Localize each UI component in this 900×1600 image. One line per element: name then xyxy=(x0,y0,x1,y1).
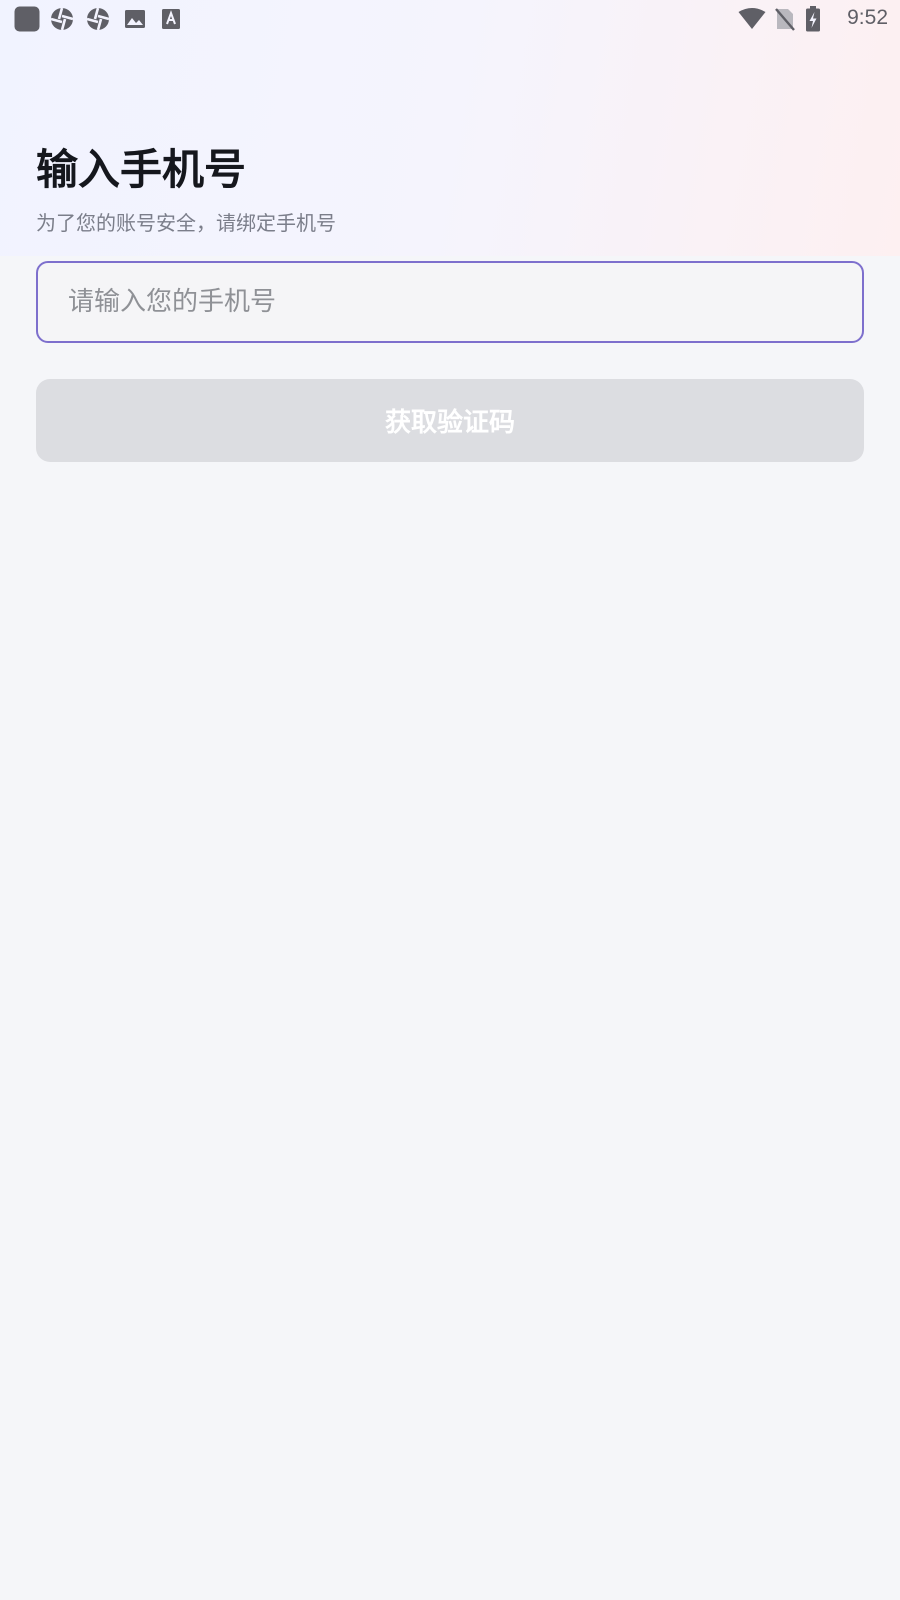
image-icon xyxy=(122,6,148,32)
aperture-icon xyxy=(49,6,75,32)
get-verification-code-button[interactable]: 获取验证码 xyxy=(36,379,864,462)
aperture-icon xyxy=(85,6,111,32)
app-square-icon xyxy=(14,6,40,32)
page-title: 输入手机号 xyxy=(36,145,247,194)
battery-charging-icon xyxy=(800,6,826,32)
font-a-icon xyxy=(158,6,184,32)
status-bar: 9:52 xyxy=(0,0,900,36)
phone-input-container xyxy=(36,261,864,343)
clock-time: 9:52 xyxy=(847,6,888,29)
no-sim-icon xyxy=(772,6,798,32)
phone-number-input[interactable] xyxy=(38,263,862,341)
wifi-icon xyxy=(737,6,767,32)
page-subtitle: 为了您的账号安全，请绑定手机号 xyxy=(36,211,336,235)
